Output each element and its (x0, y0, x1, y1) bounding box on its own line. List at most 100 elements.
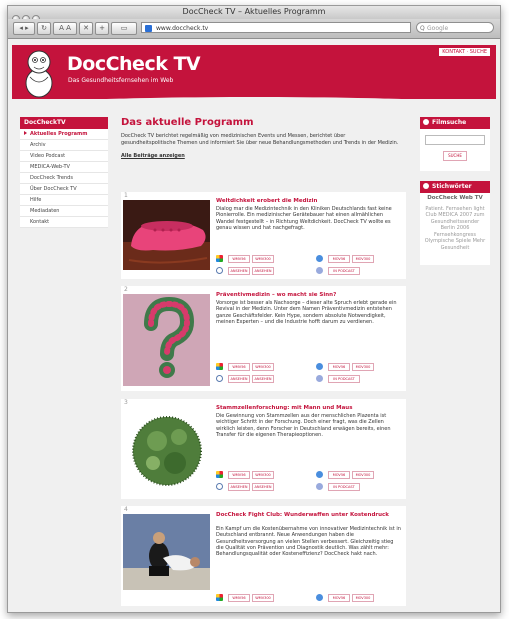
site-logo[interactable]: DocCheck TV (67, 53, 201, 75)
keywords-text[interactable]: Patient. Fernsehen light Club MEDICA 200… (420, 204, 490, 254)
watch-button[interactable]: ANSEHEN (228, 483, 250, 491)
film-search-title-text: Filmsuche (432, 119, 467, 126)
quicktime-icon (316, 594, 323, 601)
keywords-title-text: Stichwörter (432, 183, 472, 190)
search-icon: Q (420, 25, 425, 32)
article-image-stemcell[interactable] (123, 407, 210, 495)
nav-item-ueber-doccheck-tv[interactable]: Über DocCheck TV (20, 184, 108, 195)
watch-hd-button[interactable]: ANSEHEN (252, 267, 274, 275)
site-icon (145, 25, 152, 32)
page-title: Das aktuelle Programm (121, 117, 254, 128)
tabs-button[interactable]: ▭ (111, 22, 137, 35)
video-buttons-row: WMV56 WMV300 MOV56 MOV300 (216, 255, 404, 263)
title-bar: DocCheck TV – Aktuelles Programm (8, 6, 500, 23)
header-curve (12, 97, 496, 107)
wmv56-button[interactable]: WMV56 (228, 594, 250, 602)
watch-hd-button[interactable]: ANSEHEN (252, 375, 274, 383)
logo-doccheck: DocCheck (67, 53, 168, 75)
mov56-button[interactable]: MOV56 (328, 363, 350, 371)
stop-button[interactable]: ✕ (79, 22, 93, 35)
wmv300-button[interactable]: WMV300 (252, 363, 274, 371)
keywords-heading: DocCheck Web TV (427, 195, 483, 201)
wmv300-button[interactable]: WMV300 (252, 471, 274, 479)
all-posts-link[interactable]: Alle Beiträge anzeigen (121, 153, 406, 159)
nav-item-aktuelles-programm[interactable]: Aktuelles Programm (20, 129, 108, 140)
text-size-button[interactable]: A A (53, 22, 77, 35)
search-placeholder: Google (427, 25, 449, 32)
mov300-button[interactable]: MOV300 (352, 363, 374, 371)
article-number: 1 (124, 192, 128, 199)
address-bar[interactable]: www.doccheck.tv (141, 22, 411, 33)
film-search-box: Filmsuche SUCHE (420, 117, 490, 171)
article-title[interactable]: Stammzellenforschung: mit Mann und Maus (216, 405, 404, 411)
watch-buttons-row: ANSEHEN ANSEHEN IN PODCAST (216, 375, 404, 383)
article-image-clog[interactable] (123, 200, 210, 270)
back-forward-buttons[interactable]: ◂ ▸ (13, 22, 35, 35)
article-title[interactable]: Präventivmedizin – wo macht sie Sinn? (216, 292, 404, 298)
wmv56-button[interactable]: WMV56 (228, 471, 250, 479)
site-tagline: Das Gesundheitsfernsehen im Web (68, 77, 174, 84)
mov300-button[interactable]: MOV300 (352, 255, 374, 263)
nav-item-doccheck-trends[interactable]: DocCheck Trends (20, 173, 108, 184)
main-content: Das aktuelle Programm DocCheck TV berich… (121, 117, 406, 159)
podcast-button[interactable]: IN PODCAST (328, 483, 360, 491)
podcast-button[interactable]: IN PODCAST (328, 267, 360, 275)
watch-button[interactable]: ANSEHEN (228, 267, 250, 275)
podcast-icon (316, 375, 323, 382)
add-bookmark-button[interactable]: + (95, 22, 109, 35)
wmv300-button[interactable]: WMV300 (252, 594, 274, 602)
watch-hd-button[interactable]: ANSEHEN (252, 483, 274, 491)
watch-buttons-row: ANSEHEN ANSEHEN IN PODCAST (216, 267, 404, 275)
wmv300-button[interactable]: WMV300 (252, 255, 274, 263)
mov300-button[interactable]: MOV300 (352, 594, 374, 602)
compass-icon (216, 375, 223, 382)
film-search-input[interactable] (425, 135, 485, 145)
compass-icon (216, 483, 223, 490)
wmv56-button[interactable]: WMV56 (228, 363, 250, 371)
article-title[interactable]: DocCheck Fight Club: Wunderwaffen unter … (216, 512, 404, 518)
header-links[interactable]: KONTAKT · SUCHE (439, 48, 490, 56)
window-title: DocCheck TV – Aktuelles Programm (182, 7, 326, 16)
film-search-button[interactable]: SUCHE (443, 151, 467, 161)
quicktime-icon (316, 255, 323, 262)
left-navigation: DocCheckTV Aktuelles Programm Archiv Vid… (20, 117, 108, 228)
quicktime-icon (316, 471, 323, 478)
mov56-button[interactable]: MOV56 (328, 471, 350, 479)
article-image-questionmark[interactable] (123, 294, 210, 386)
film-search-title: Filmsuche (420, 117, 490, 129)
nav-item-mediadaten[interactable]: Mediadaten (20, 206, 108, 217)
video-buttons-row: WMV56 WMV300 MOV56 MOV300 (216, 594, 404, 602)
windows-media-icon (216, 471, 223, 478)
article-title[interactable]: Weltdichkeit erobert die Medizin (216, 198, 404, 204)
nav-item-medica-web-tv[interactable]: MEDICA-Web-TV (20, 162, 108, 173)
article-item: 1 Weltdichkeit erobert die Medizin Dialo… (121, 192, 406, 279)
watch-buttons-row: ANSEHEN ANSEHEN IN PODCAST (216, 483, 404, 491)
nav-item-archiv[interactable]: Archiv (20, 140, 108, 151)
podcast-icon (316, 483, 323, 490)
url-text: www.doccheck.tv (156, 25, 209, 32)
article-number: 2 (124, 286, 128, 293)
article-text: Die Gewinnung von Stammzellen aus der me… (216, 413, 391, 438)
article-text: Ein Kampf um die Kostenübernahme von inn… (216, 526, 401, 558)
browser-search-field[interactable]: Q Google (416, 22, 494, 33)
watch-button[interactable]: ANSEHEN (228, 375, 250, 383)
wmv56-button[interactable]: WMV56 (228, 255, 250, 263)
article-number: 4 (124, 506, 128, 513)
logo-tv: TV (173, 53, 201, 75)
browser-window: DocCheck TV – Aktuelles Programm ◂ ▸ ↻ A… (7, 5, 501, 613)
left-nav-title: DocCheckTV (20, 117, 108, 129)
podcast-button[interactable]: IN PODCAST (328, 375, 360, 383)
nav-item-video-podcast[interactable]: Video Podcast (20, 151, 108, 162)
site-header: DocCheck TV Das Gesundheitsfernsehen im … (12, 45, 496, 107)
article-item: 3 Stammzellenforschung: mit Mann und Mau… (121, 399, 406, 499)
nav-item-kontakt[interactable]: Kontakt (20, 217, 108, 228)
web-page: DocCheck TV Das Gesundheitsfernsehen im … (8, 39, 500, 612)
reload-button[interactable]: ↻ (37, 22, 51, 35)
article-image-fight[interactable] (123, 514, 210, 590)
windows-media-icon (216, 594, 223, 601)
mov300-button[interactable]: MOV300 (352, 471, 374, 479)
nav-item-hilfe[interactable]: Hilfe (20, 195, 108, 206)
keywords-box: Stichwörter DocCheck Web TV Patient. Fer… (420, 181, 490, 265)
mov56-button[interactable]: MOV56 (328, 594, 350, 602)
mov56-button[interactable]: MOV56 (328, 255, 350, 263)
